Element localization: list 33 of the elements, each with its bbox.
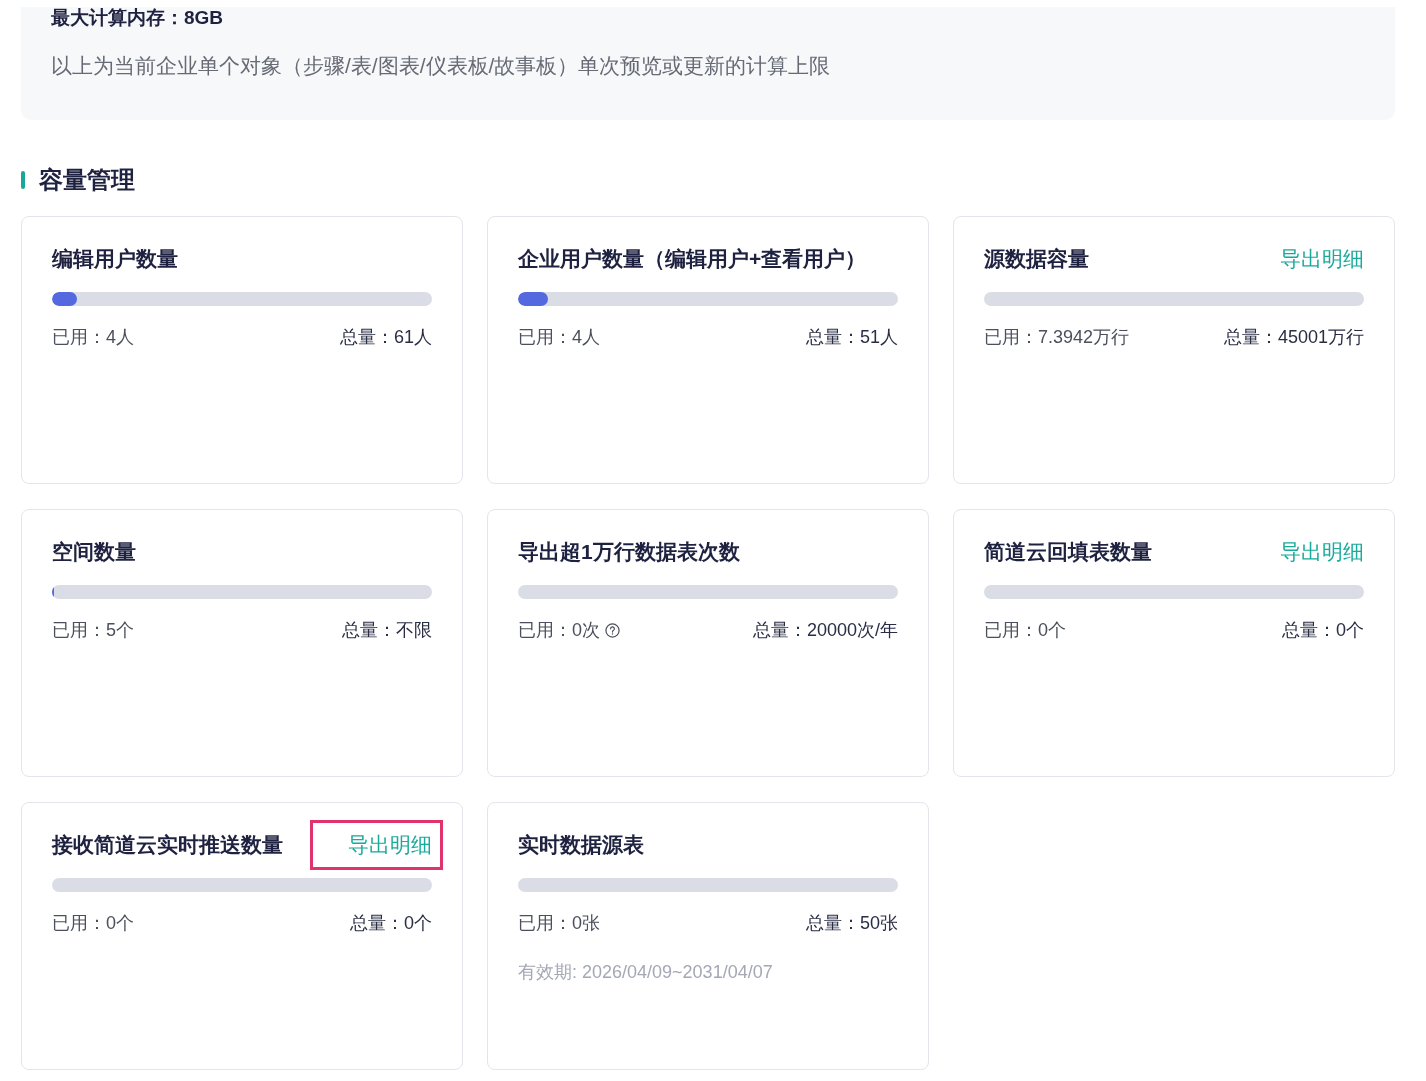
card-title: 实时数据源表 [518,832,644,858]
limit-description: 以上为当前企业单个对象（步骤/表/图表/仪表板/故事板）单次预览或更新的计算上限 [51,54,831,78]
card-title: 导出超1万行数据表次数 [518,539,740,565]
used-amount: 已用：0个 [52,912,134,935]
used-amount: 已用：0张 [518,912,600,935]
total-amount: 总量：不限 [342,619,432,642]
total-amount: 总量：51人 [805,326,898,349]
used-amount: 已用：4人 [518,326,600,349]
used-amount: 已用：0个 [984,619,1066,642]
used-amount: 已用：7.3942万行 [984,326,1130,349]
section-marker [21,171,25,189]
memory-limit-text: 最大计算内存：8GB [51,7,224,29]
total-amount: 总量：20000次/年 [752,619,898,642]
total-amount: 总量：50张 [805,912,898,935]
card-title: 源数据容量 [984,246,1089,272]
total-amount: 总量：0个 [350,912,432,935]
help-icon[interactable] [605,622,620,638]
card-title: 接收简道云实时推送数量 [52,832,283,858]
card-title: 企业用户数量（编辑用户+查看用户） [518,246,867,272]
total-amount: 总量：0个 [1282,619,1364,642]
validity-note: 有效期: 2026/04/09~2031/04/07 [518,961,773,983]
total-amount: 总量：45001万行 [1223,326,1364,349]
used-amount: 已用：4人 [52,326,134,349]
export-link[interactable]: 导出明细 [348,831,432,859]
section-title: 容量管理 [39,166,135,194]
export-link[interactable]: 导出明细 [1280,245,1364,273]
used-amount: 已用：5个 [52,619,134,642]
total-amount: 总量：61人 [339,326,432,349]
card-title: 编辑用户数量 [52,246,178,272]
used-amount: 已用：0次 [518,619,600,642]
card-title: 简道云回填表数量 [984,539,1152,565]
export-link[interactable]: 导出明细 [1280,538,1364,566]
card-title: 空间数量 [52,539,136,565]
